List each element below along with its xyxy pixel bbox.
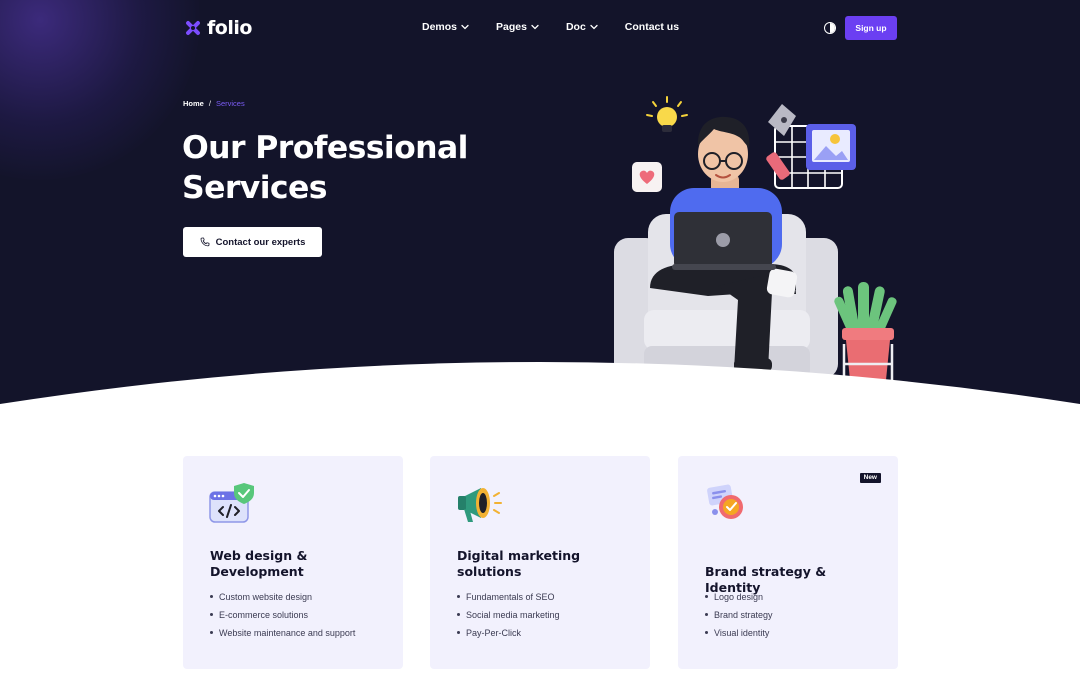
services-cards: Web design & Development Custom website …: [183, 456, 898, 669]
list-item: E-commerce solutions: [210, 608, 355, 626]
megaphone-icon: [458, 488, 502, 522]
service-card-title: Digital marketing solutions: [457, 548, 637, 580]
menu-item-pages[interactable]: Pages: [496, 21, 539, 33]
list-item: Pay-Per-Click: [457, 626, 560, 644]
hero-illustration: [614, 96, 897, 386]
service-card-title-line1: Digital marketing: [457, 548, 581, 563]
service-card-digital-marketing[interactable]: Digital marketing solutions Fundamentals…: [430, 456, 650, 669]
contrast-icon[interactable]: [824, 22, 836, 34]
breadcrumb: Home / Services: [183, 99, 245, 108]
contact-experts-label: Contact our experts: [215, 236, 306, 248]
list-item: Custom website design: [210, 590, 355, 608]
logo-text: folio: [207, 17, 252, 39]
page-title-line2: Services: [182, 170, 328, 206]
menu-item-label: Contact us: [624, 21, 680, 33]
breadcrumb-current: Services: [215, 99, 245, 108]
design-grid-icon: [766, 104, 856, 189]
service-card-list: Custom website design E-commerce solutio…: [210, 590, 355, 644]
hero-section: folio Demos Pages Doc Contact us Sign up…: [0, 0, 1080, 456]
menu-item-doc[interactable]: Doc: [566, 21, 598, 33]
service-card-title-line1: Web design &: [210, 548, 308, 563]
list-item: Logo design: [705, 590, 773, 608]
service-card-list: Fundamentals of SEO Social media marketi…: [457, 590, 560, 644]
lightbulb-icon: [646, 96, 688, 132]
heart-bubble-icon: [632, 162, 662, 192]
chevron-down-icon: [531, 24, 539, 30]
hero-wave: [0, 362, 1080, 456]
logo[interactable]: folio: [184, 17, 252, 39]
menu-item-label: Demos: [422, 21, 458, 33]
service-card-web-design[interactable]: Web design & Development Custom website …: [183, 456, 403, 669]
main-menu: Demos Pages Doc Contact us: [422, 21, 679, 33]
menu-item-demos[interactable]: Demos: [422, 21, 469, 33]
page-title-line1: Our Professional: [182, 130, 468, 166]
breadcrumb-separator: /: [208, 99, 211, 108]
service-card-title-line2: solutions: [457, 564, 522, 579]
menu-item-label: Pages: [496, 21, 527, 33]
menu-item-label: Doc: [565, 21, 586, 33]
service-card-brand-strategy[interactable]: New Brand strategy & Identity Logo desig…: [678, 456, 898, 669]
list-item: Social media marketing: [457, 608, 560, 626]
page-title: Our Professional Services: [182, 128, 502, 208]
logo-mark-icon: [186, 21, 200, 35]
service-card-list: Logo design Brand strategy Visual identi…: [705, 590, 773, 644]
code-window-shield-icon: [209, 483, 254, 523]
chevron-down-icon: [461, 24, 469, 30]
list-item: Fundamentals of SEO: [457, 590, 560, 608]
brand-badge-icon: [707, 484, 743, 519]
breadcrumb-home[interactable]: Home: [183, 99, 204, 108]
top-navbar: folio Demos Pages Doc Contact us Sign up: [0, 0, 1080, 56]
phone-icon: [200, 237, 210, 247]
chevron-down-icon: [590, 24, 598, 30]
signup-button[interactable]: Sign up: [845, 16, 897, 40]
list-item: Website maintenance and support: [210, 626, 355, 644]
new-badge: New: [859, 473, 881, 483]
list-item: Visual identity: [705, 626, 773, 644]
contact-experts-button[interactable]: Contact our experts: [183, 227, 322, 257]
service-card-title-line2: Development: [210, 564, 304, 579]
menu-item-contact[interactable]: Contact us: [625, 21, 679, 33]
service-card-title: Web design & Development: [210, 548, 390, 580]
list-item: Brand strategy: [705, 608, 773, 626]
